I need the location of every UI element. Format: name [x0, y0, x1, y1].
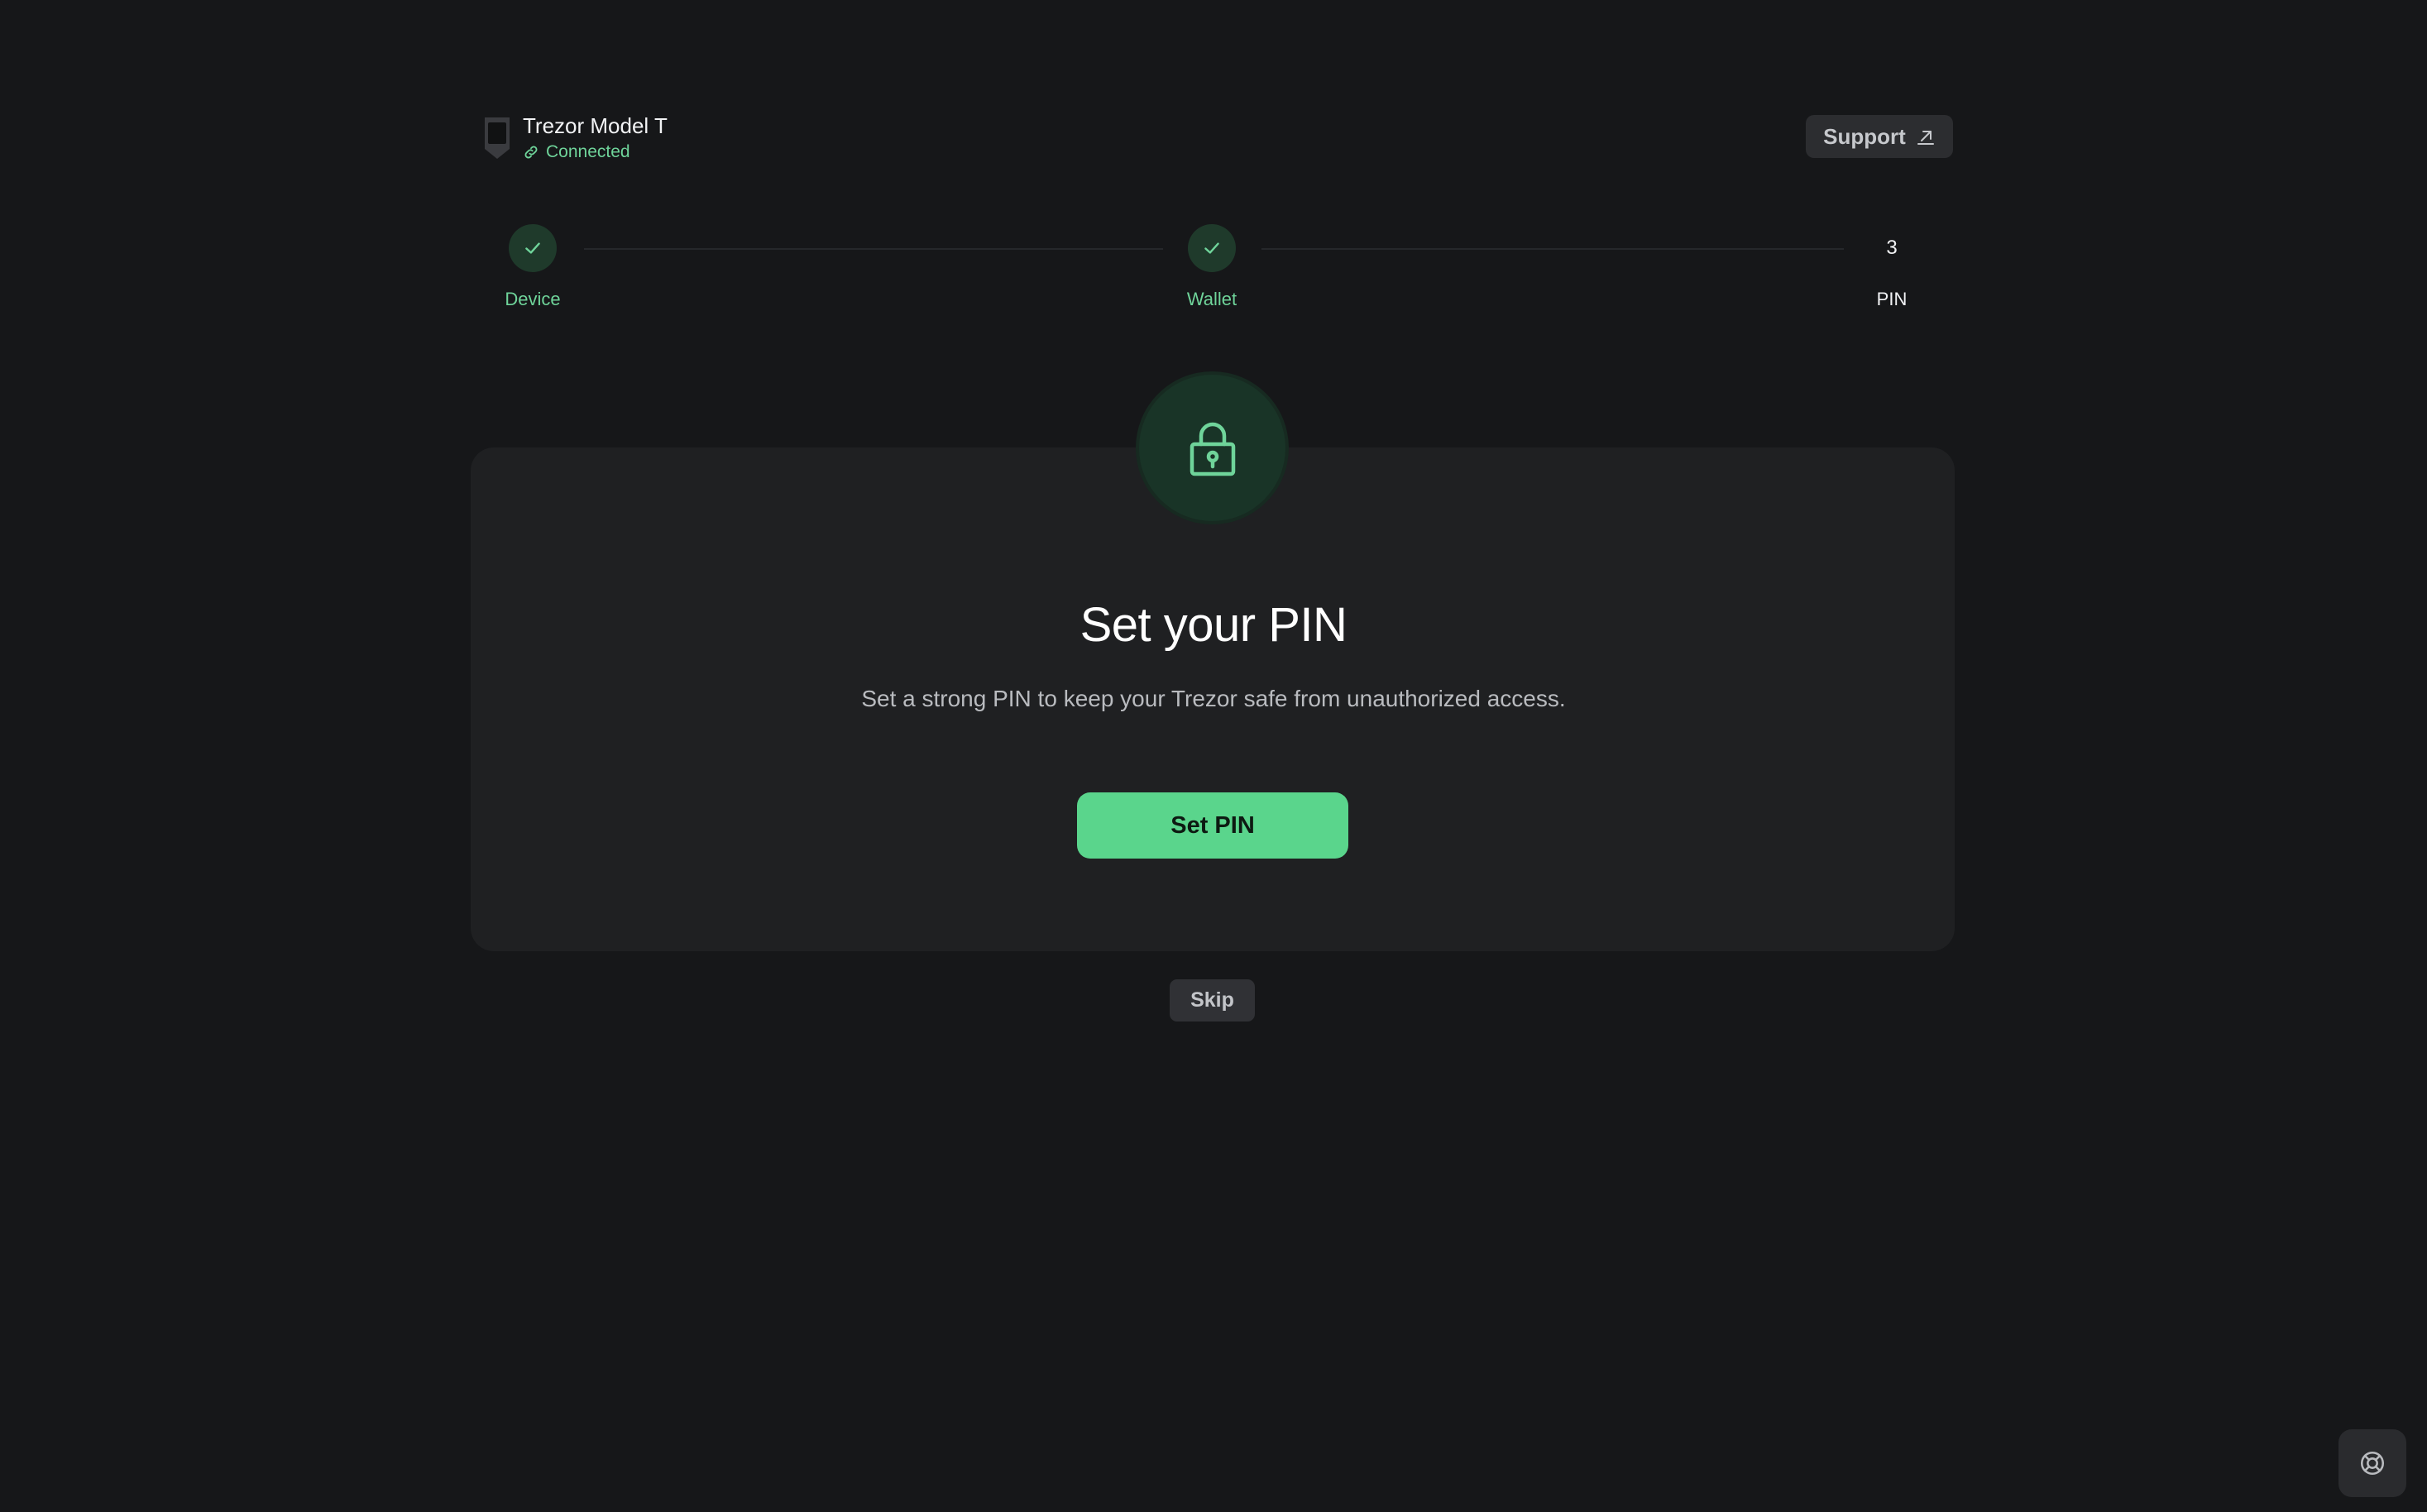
step-wallet-label: Wallet [1186, 289, 1237, 309]
step-wallet-indicator [1188, 224, 1236, 272]
device-info: Trezor Model T Connected [483, 112, 668, 164]
stepper-connector [584, 248, 1163, 250]
device-name: Trezor Model T [523, 113, 668, 138]
page-subtitle: Set a strong PIN to keep your Trezor saf… [861, 686, 1566, 711]
device-text: Trezor Model T Connected [523, 112, 668, 164]
check-icon [1204, 242, 1219, 254]
lock-icon [1190, 422, 1235, 476]
trezor-device-icon [485, 117, 510, 159]
support-button[interactable]: Support [1806, 115, 1953, 158]
external-link-icon [1917, 131, 1934, 145]
help-button[interactable] [2338, 1429, 2406, 1497]
link-icon [524, 146, 538, 159]
device-status: Connected [523, 141, 668, 164]
page-title: Set your PIN [1079, 598, 1348, 652]
support-label: Support [1823, 123, 1906, 149]
skip-button[interactable]: Skip [1170, 979, 1255, 1022]
step-device-label: Device [505, 289, 561, 309]
device-status-text: Connected [546, 142, 630, 161]
lifebuoy-icon [2360, 1451, 2385, 1476]
step-device-indicator [509, 224, 557, 272]
stepper-connector [1261, 248, 1844, 250]
check-icon [525, 242, 540, 254]
lock-badge [1139, 375, 1285, 521]
set-pin-button[interactable]: Set PIN [1077, 792, 1348, 859]
step-pin-label: PIN [1876, 289, 1908, 309]
step-pin-number: 3 [1886, 237, 1898, 259]
